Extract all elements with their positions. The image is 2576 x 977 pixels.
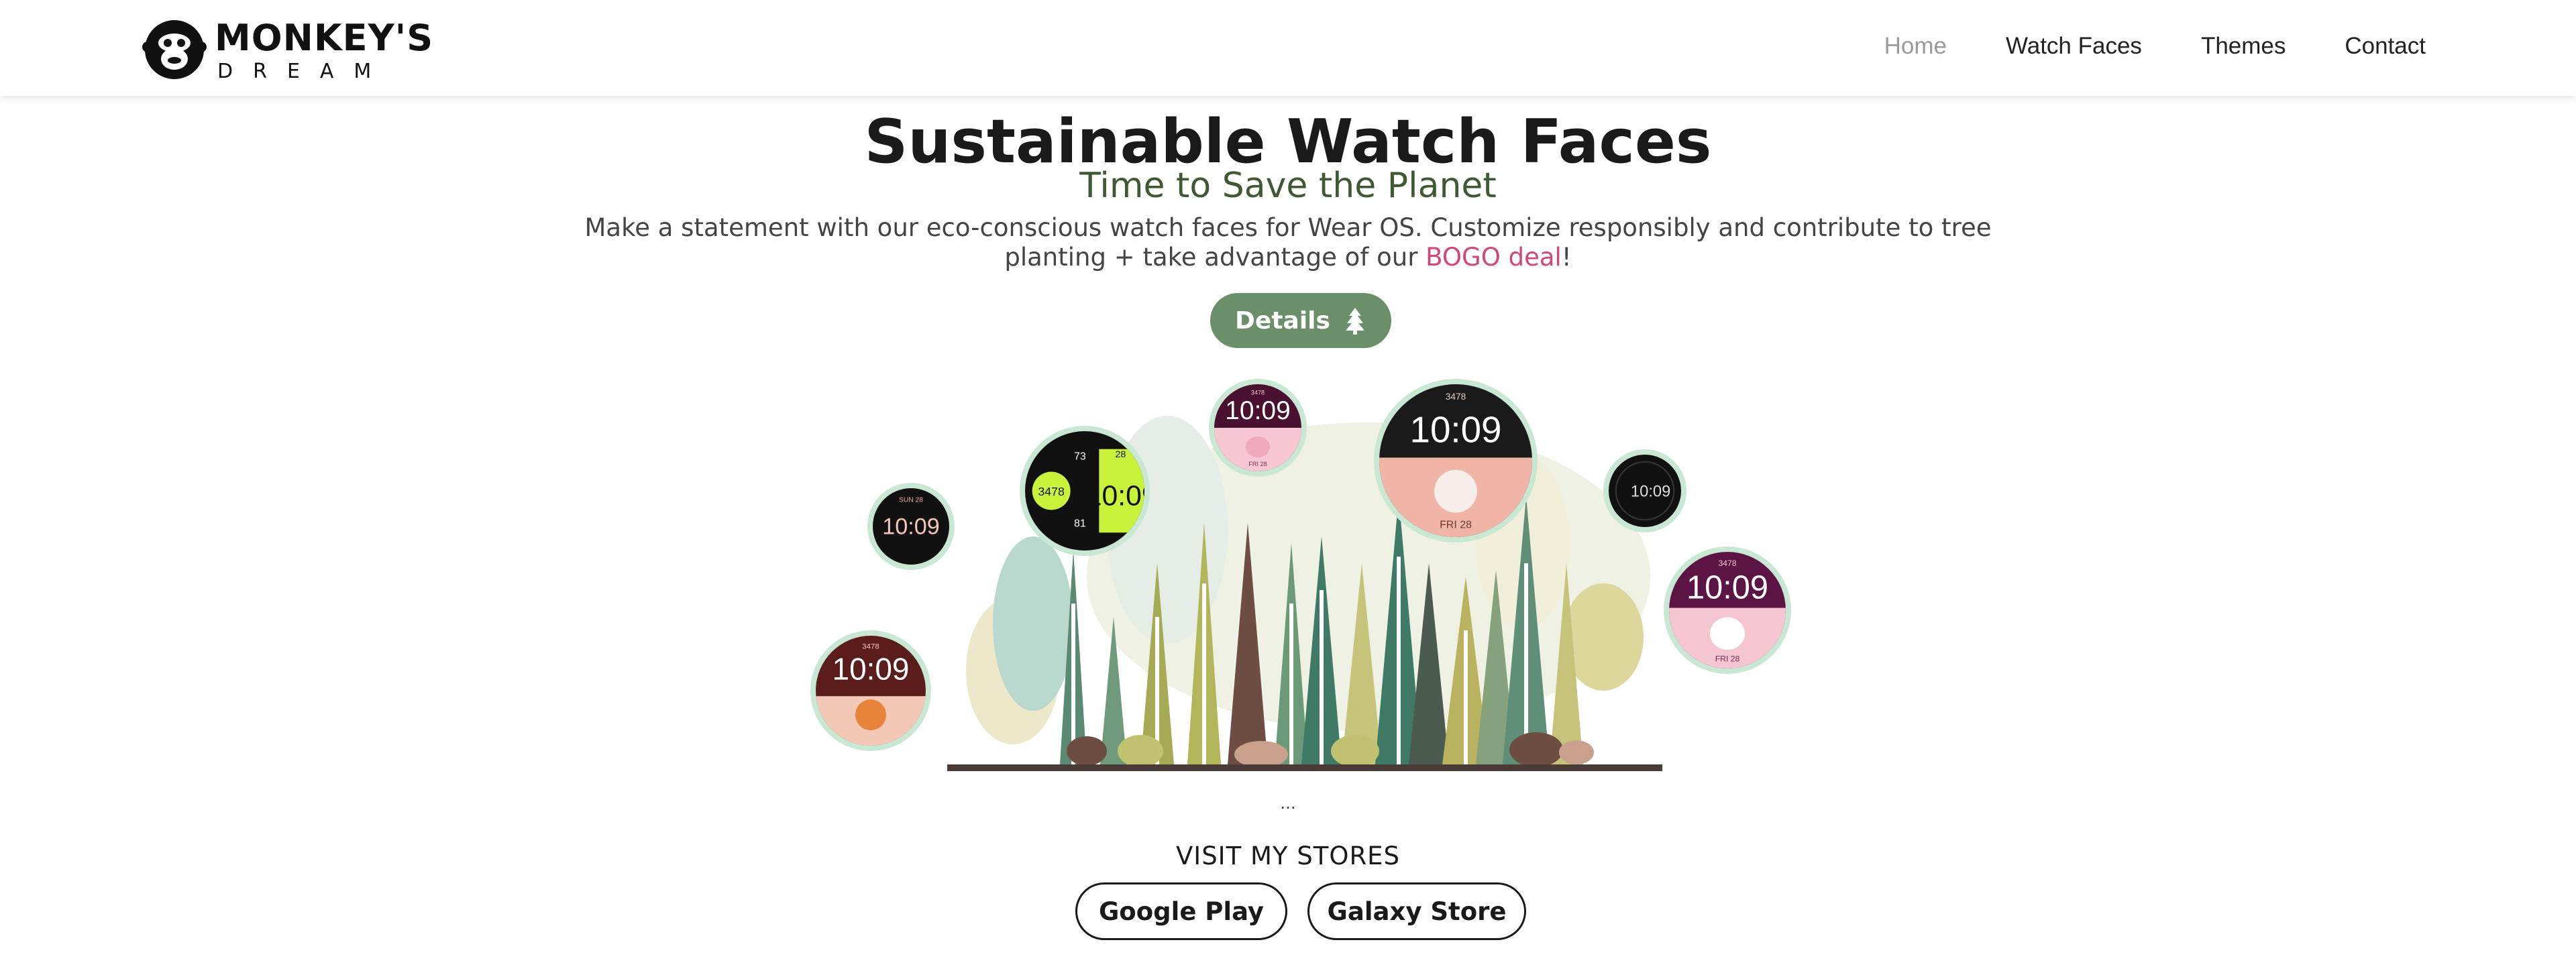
description-text: Make a statement with our eco-conscious … — [584, 213, 1992, 272]
dark-minimal-time: 10:09 — [882, 514, 940, 539]
galaxy-store-button[interactable]: Galaxy Store — [1307, 882, 1526, 940]
cat-watch-art: 3478 10:09 FRI 28 — [1669, 552, 1786, 669]
monkey-head-icon — [142, 20, 207, 79]
lime-extra-2: 28 — [1115, 449, 1126, 460]
pink-deer-steps: 3478 — [1251, 390, 1265, 396]
lime-steps: 3478 — [1038, 485, 1065, 498]
brand-subname: DREAM — [217, 60, 392, 83]
description-end: ! — [1561, 243, 1572, 272]
google-play-button[interactable]: Google Play — [1075, 882, 1287, 940]
dark-digital-watch-art: 10:09 — [1609, 455, 1681, 527]
navbar: MONKEY'S DREAM Home Watch Faces Themes C… — [0, 0, 2576, 96]
bogo-deal-link[interactable]: BOGO deal — [1426, 243, 1562, 272]
main-nav: Home Watch Faces Themes Contact — [1855, 30, 2455, 63]
wolf-time: 10:09 — [1410, 409, 1502, 451]
watch-face-pink-deer[interactable]: 3478 10:09 FRI 28 — [1209, 379, 1307, 477]
nav-watch-faces[interactable]: Watch Faces — [1976, 30, 2171, 63]
cat-date: FRI 28 — [1715, 654, 1740, 664]
hero-description: Make a statement with our eco-conscious … — [550, 213, 2026, 272]
cat-steps: 3478 — [1718, 559, 1736, 568]
brand-logo[interactable]: MONKEY'S DREAM — [142, 16, 433, 83]
tree-icon — [1345, 308, 1364, 335]
pink-deer-time: 10:09 — [1225, 396, 1291, 425]
fox-watch-art: 3478 10:09 — [816, 636, 926, 746]
lime-sport-watch-art: 3478 73 28 81 10:09 — [1025, 431, 1144, 551]
lime-extra-1: 73 — [1074, 451, 1086, 463]
dark-minimal-watch-art: SUN 28 10:09 — [873, 488, 949, 565]
fox-time: 10:09 — [833, 652, 910, 687]
dark-minimal-date: SUN 28 — [899, 497, 923, 504]
lime-time: 10:09 — [1086, 479, 1144, 512]
nav-home[interactable]: Home — [1855, 30, 1976, 63]
pink-deer-watch-art: 3478 10:09 FRI 28 — [1214, 384, 1301, 471]
watch-face-fox[interactable]: 3478 10:09 — [810, 630, 931, 751]
stores-heading: VISIT MY STORES — [1175, 842, 1401, 870]
lime-extra-3: 81 — [1074, 517, 1086, 529]
fox-steps: 3478 — [862, 643, 879, 651]
dark-digital-time: 10:09 — [1631, 483, 1670, 501]
pink-deer-date: FRI 28 — [1248, 461, 1267, 467]
wolf-steps: 3478 — [1446, 392, 1466, 402]
watch-face-lime-sport[interactable]: 3478 73 28 81 10:09 — [1020, 426, 1150, 556]
cat-time: 10:09 — [1686, 570, 1768, 606]
page-subtitle: Time to Save the Planet — [1079, 166, 1497, 206]
details-button[interactable]: Details — [1210, 293, 1391, 348]
watch-face-cat[interactable]: 3478 10:09 FRI 28 — [1664, 547, 1791, 674]
wolf-watch-art: 3478 10:09 FRI 28 — [1379, 384, 1532, 537]
watch-face-dark-digital[interactable]: 10:09 — [1603, 449, 1686, 532]
watch-face-wolf[interactable]: 3478 10:09 FRI 28 — [1374, 379, 1538, 542]
wolf-date: FRI 28 — [1440, 519, 1472, 530]
nav-themes[interactable]: Themes — [2171, 30, 2315, 63]
details-button-label: Details — [1235, 306, 1330, 335]
forest-illustration: 3478 10:09 SUN 28 10:09 3478 73 28 81 10… — [792, 362, 1811, 778]
ellipsis-text: ... — [1280, 792, 1296, 813]
watch-face-dark-minimal[interactable]: SUN 28 10:09 — [867, 483, 955, 570]
brand-name: MONKEY'S — [215, 17, 434, 59]
nav-contact[interactable]: Contact — [2315, 30, 2455, 63]
